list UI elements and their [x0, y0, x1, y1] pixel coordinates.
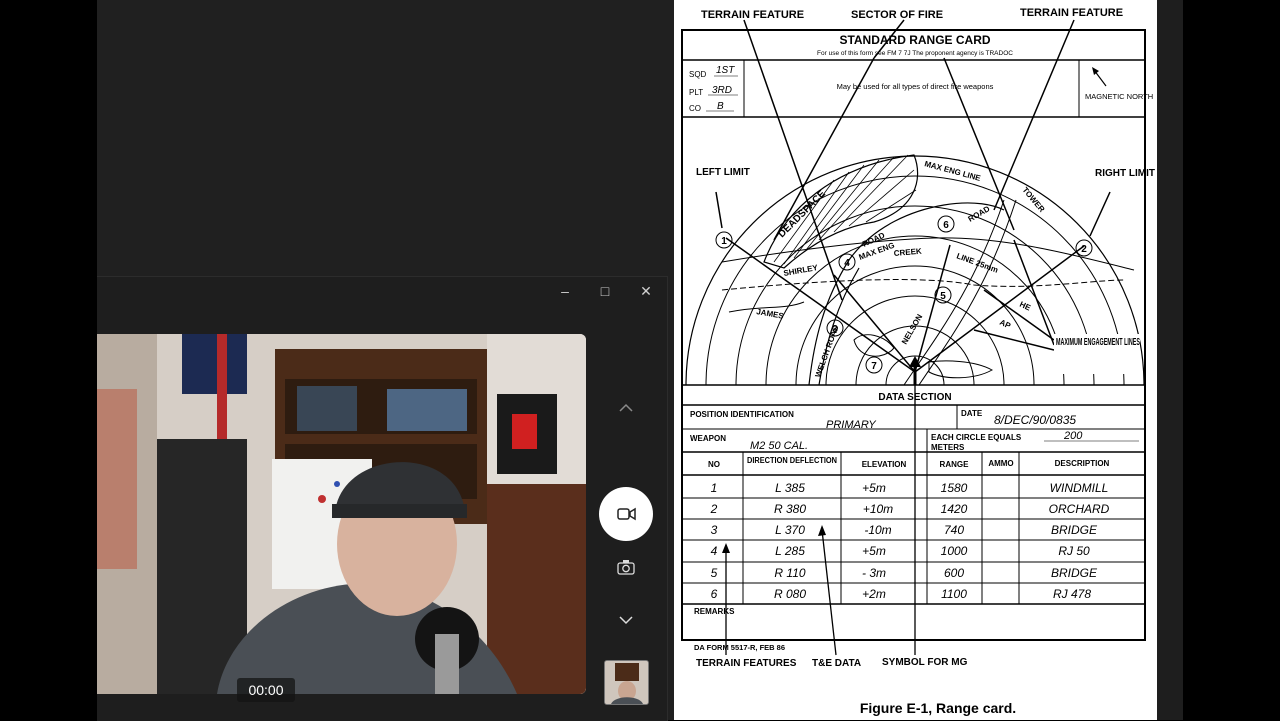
- header-ammo: AMMO: [988, 459, 1013, 468]
- trp-1: 1: [721, 236, 727, 247]
- camera-icon[interactable]: [617, 559, 635, 578]
- form-number: DA FORM 5517-R, FEB 86: [694, 643, 785, 652]
- trp-6: 6: [943, 220, 949, 231]
- row6-no: 6: [711, 587, 718, 601]
- row3-range: 740: [944, 523, 964, 537]
- line-25mm-label: LINE 25mm: [955, 251, 999, 274]
- row2-desc: ORCHARD: [1049, 502, 1110, 516]
- header-elevation: ELEVATION: [862, 460, 907, 469]
- ap-label: AP: [998, 318, 1012, 331]
- right-panel: [1157, 0, 1183, 720]
- header-no: NO: [708, 460, 720, 469]
- row5-no: 5: [711, 566, 718, 580]
- left-limit-label: LEFT LIMIT: [696, 167, 750, 178]
- top-label-terrain-left: TERRAIN FEATURE: [701, 9, 804, 21]
- magnetic-north-label: MAGNETIC NORTH: [1085, 92, 1153, 101]
- range-card-document: TERRAIN FEATURE SECTOR OF FIRE TERRAIN F…: [674, 0, 1157, 720]
- max-engagement-label: MAXIMUM ENGAGEMENT LINES: [1056, 337, 1140, 348]
- row5-desc: BRIDGE: [1051, 566, 1098, 580]
- sqd-value: 1ST: [716, 65, 735, 76]
- row4-range: 1000: [941, 544, 968, 558]
- row2-dir: R 380: [774, 502, 806, 516]
- header-description: DESCRIPTION: [1055, 459, 1110, 468]
- row4-elev: +5m: [862, 544, 886, 558]
- row2-elev: +10m: [863, 502, 893, 516]
- card-subtitle: For use of this form see FM 7 7J The pro…: [817, 50, 1013, 57]
- row2-range: 1420: [941, 502, 968, 516]
- plt-label: PLT: [689, 88, 703, 97]
- header-range: RANGE: [940, 460, 970, 469]
- plt-value: 3RD: [712, 85, 732, 96]
- recording-timer: 00:00: [237, 678, 295, 702]
- date-label: DATE: [961, 409, 983, 418]
- bottom-label-te-data: T&E DATA: [812, 658, 861, 669]
- row3-elev: -10m: [864, 523, 891, 537]
- row1-no: 1: [711, 481, 718, 495]
- row5-range: 600: [944, 566, 964, 580]
- row4-dir: L 285: [775, 544, 805, 558]
- trp-2: 2: [1081, 244, 1087, 255]
- last-capture-thumbnail[interactable]: [604, 660, 649, 705]
- nelson-label: NELSON: [900, 312, 925, 346]
- creek-label: CREEK: [893, 247, 922, 258]
- top-label-sector: SECTOR OF FIRE: [851, 9, 943, 21]
- top-label-terrain-right: TERRAIN FEATURE: [1020, 7, 1123, 19]
- card-title: STANDARD RANGE CARD: [839, 33, 990, 47]
- row6-elev: +2m: [862, 587, 886, 601]
- row4-desc: RJ 50: [1058, 544, 1090, 558]
- circle-equals-value: 200: [1063, 430, 1083, 442]
- maximize-icon[interactable]: □: [595, 281, 615, 301]
- road-label-1: ROAD: [967, 204, 992, 224]
- trp-7: 7: [871, 361, 877, 372]
- row1-dir: L 385: [775, 481, 805, 495]
- trp-5: 5: [940, 291, 946, 302]
- circle-equals-label: EACH CIRCLE EQUALS: [931, 433, 1022, 442]
- camera-preview: [97, 334, 586, 694]
- row2-no: 2: [710, 502, 718, 516]
- row1-range: 1580: [941, 481, 968, 495]
- header-direction: DIRECTION DEFLECTION: [747, 456, 837, 465]
- row3-dir: L 370: [775, 523, 805, 537]
- row3-desc: BRIDGE: [1051, 523, 1098, 537]
- date-value: 8/DEC/90/0835: [994, 413, 1076, 427]
- row6-dir: R 080: [774, 587, 806, 601]
- row6-range: 1100: [941, 587, 967, 601]
- co-value: B: [717, 101, 724, 112]
- row6-desc: RJ 478: [1053, 587, 1091, 601]
- row4-no: 4: [711, 544, 718, 558]
- tower-label: TOWER: [1020, 186, 1046, 215]
- he-label: HE: [1018, 300, 1032, 313]
- range-data-table: NO DIRECTION DEFLECTION ELEVATION RANGE …: [682, 452, 1145, 605]
- row1-elev: +5m: [862, 481, 886, 495]
- co-label: CO: [689, 104, 701, 113]
- chevron-down-icon[interactable]: [618, 612, 634, 628]
- james-label: JAMES: [756, 307, 785, 321]
- sqd-label: SQD: [689, 70, 707, 79]
- trp-4: 4: [844, 258, 850, 269]
- row1-desc: WINDMILL: [1050, 481, 1109, 495]
- row5-elev: - 3m: [862, 566, 886, 580]
- right-limit-label: RIGHT LIMIT: [1095, 168, 1155, 179]
- bottom-label-mg: SYMBOL FOR MG: [882, 657, 968, 668]
- minimize-icon[interactable]: –: [555, 281, 575, 301]
- remarks-label: REMARKS: [694, 607, 735, 616]
- row3-no: 3: [711, 523, 718, 537]
- trp-3: 3: [832, 324, 838, 335]
- chevron-up-icon[interactable]: [618, 400, 634, 416]
- video-camera-icon: [617, 507, 636, 521]
- circle-meters-label: METERS: [931, 443, 965, 452]
- close-icon[interactable]: ✕: [636, 281, 656, 301]
- row5-dir: R 110: [774, 566, 805, 580]
- weapon-value: M2 50 CAL.: [750, 440, 808, 452]
- weapon-label: WEAPON: [690, 434, 726, 443]
- video-record-button[interactable]: [599, 487, 653, 541]
- sector-sketch: DEADSPACE MAX ENG LINE ROAD ROAD MAX ENG…: [682, 19, 1145, 386]
- bottom-label-terrain: TERRAIN FEATURES: [696, 658, 797, 669]
- figure-caption: Figure E-1, Range card.: [860, 700, 1016, 716]
- position-id-label: POSITION IDENTIFICATION: [690, 410, 794, 419]
